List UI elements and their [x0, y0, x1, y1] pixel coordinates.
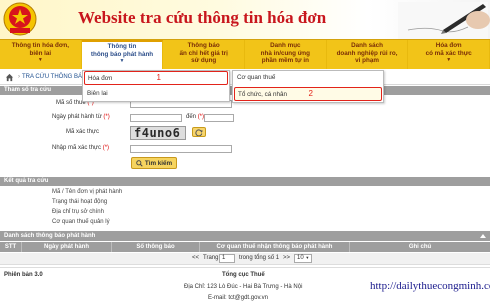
nav-label: vi phạm [355, 57, 379, 65]
nav-label: Thông tin [107, 43, 137, 51]
option-receipt[interactable]: Biên lai [84, 87, 228, 101]
document-type-dropdown: Hóa đơn 1 Biên lai [82, 70, 230, 102]
nav-label: Thông tin hóa đơn, [11, 42, 69, 50]
nav-label: có mã xác thực [425, 49, 472, 57]
nav-label: Thông báo [187, 42, 220, 50]
results-header: Kết quả tra cứu [0, 177, 490, 186]
chevron-down-icon: ▼ [37, 57, 43, 64]
nav-label: Danh mục [270, 42, 301, 50]
column-header: Ghi chú [408, 244, 432, 250]
required-mark: (*) [103, 114, 110, 120]
captcha-input[interactable] [130, 145, 232, 153]
page-number-input[interactable]: 1 [219, 254, 235, 263]
option-label: Hóa đơn [88, 75, 113, 82]
refresh-captcha-button[interactable] [192, 127, 206, 137]
required-mark: (*) [102, 145, 110, 151]
column-header: STT [0, 242, 22, 252]
nav-label: doanh nghiệp rủi ro, [336, 49, 398, 57]
site-title: Website tra cứu thông tin hóa đơn [78, 8, 327, 27]
nav-authenticated-invoice[interactable]: Hóa đơn có mã xác thực ▼ [408, 40, 490, 69]
nav-label: sử dụng [191, 57, 217, 65]
notice-list-title: Danh sách thông báo phát hành [4, 233, 96, 239]
table-header: STT Ngày phát hành Số thông báo Cơ quan … [0, 242, 490, 252]
nav-expired-notice[interactable]: Thông báo ấn chỉ hết giá trị sử dụng [163, 40, 246, 69]
option-label: Tổ chức, cá nhân [238, 91, 288, 98]
nav-label: Hóa đơn [435, 42, 462, 50]
nav-label: thông báo phát hành [90, 50, 154, 58]
nav-label: biên lai [29, 49, 52, 57]
search-icon [136, 159, 143, 167]
footer-divider [0, 267, 490, 268]
breadcrumb-current[interactable]: TRA CỨU THÔNG BÁO [22, 74, 87, 80]
option-invoice[interactable]: Hóa đơn 1 [84, 71, 228, 85]
step-marker: 2 [308, 89, 313, 98]
option-tax-authority[interactable]: Cơ quan thuế [234, 71, 382, 85]
pen-illustration-icon [398, 2, 490, 39]
search-button-label: Tìm kiếm [144, 159, 173, 167]
issuer-type-dropdown: Cơ quan thuế Tổ chức, cá nhân 2 [232, 70, 384, 103]
page-size-value: 10 [297, 255, 304, 261]
footer-org: Tổng cục Thuế [222, 272, 265, 278]
nav-label: phần mềm tự in [261, 57, 309, 65]
page-size-select[interactable]: 10 ▼ [294, 254, 312, 263]
breadcrumb-separator: › [18, 74, 20, 80]
nav-printers-list[interactable]: Danh mục nhà in/cung ứng phần mềm tự in [245, 40, 327, 69]
watermark-url: http://dailythuecongminh.com [370, 280, 490, 292]
result-field-label: Địa chỉ trụ sở chính [52, 209, 104, 215]
date-to-label: đến (*) [186, 114, 204, 120]
column-header: Ngày phát hành [22, 242, 112, 252]
result-field-label: Mã / Tên đơn vị phát hành [52, 189, 123, 195]
chevron-down-icon: ▼ [119, 58, 125, 65]
captcha-input-label: Nhập mã xác thực (*) [52, 145, 109, 151]
prev-page-button[interactable]: << [192, 255, 199, 261]
nav-invoice-info[interactable]: Thông tin hóa đơn, biên lai ▼ [0, 40, 82, 69]
chevron-down-icon: ▼ [305, 255, 310, 260]
result-field-label: Trạng thái hoạt động [52, 199, 108, 205]
search-button[interactable]: Tìm kiếm [131, 157, 177, 169]
date-to-input[interactable] [204, 114, 234, 122]
issue-date-label-text: Ngày phát hành từ [52, 114, 102, 120]
version-label: Phiên bản 3.0 [4, 272, 43, 278]
date-from-input[interactable] [130, 114, 182, 122]
step-marker: 1 [156, 73, 161, 82]
captcha-image: f4uno6 [130, 126, 186, 140]
nav-risky-companies[interactable]: Danh sách doanh nghiệp rủi ro, vi phạm [327, 40, 409, 69]
site-banner: Website tra cứu thông tin hóa đơn [0, 0, 490, 39]
result-field-label: Cơ quan thuế quản lý [52, 219, 110, 225]
collapse-icon[interactable] [480, 233, 486, 239]
column-header: Số thông báo [112, 242, 200, 252]
pagination: << Trang 1 trong tổng số 1 >> 10 ▼ [0, 253, 490, 265]
to-label-text: đến [186, 114, 197, 120]
notice-list-header: Danh sách thông báo phát hành [0, 231, 490, 241]
nav-label: Danh sách [351, 42, 383, 50]
main-nav: Thông tin hóa đơn, biên lai ▼ Thông tin … [0, 39, 490, 69]
footer-address: Địa Chỉ: 123 Lò Đúc - Hai Bà Trưng - Hà … [184, 284, 303, 290]
home-icon[interactable] [5, 73, 14, 82]
nav-issuance-notice[interactable]: Thông tin thông báo phát hành ▼ [81, 40, 164, 69]
footer-email[interactable]: E-mail: tct@gdt.gov.vn [208, 295, 268, 301]
nav-label: ấn chỉ hết giá trị [179, 49, 228, 57]
refresh-icon [195, 128, 203, 136]
issue-date-label: Ngày phát hành từ (*) [52, 114, 110, 120]
total-pages-label: trong tổng số 1 [239, 255, 280, 261]
national-emblem-icon [3, 2, 37, 36]
page-label: Trang [203, 255, 219, 261]
option-organization-individual[interactable]: Tổ chức, cá nhân 2 [234, 87, 382, 101]
column-header: Cơ quan thuế nhận thông báo phát hành [200, 242, 350, 252]
chevron-down-icon: ▼ [446, 57, 452, 64]
next-page-button[interactable]: >> [283, 255, 290, 261]
captcha-input-label-text: Nhập mã xác thực [52, 145, 102, 151]
captcha-label: Mã xác thực [66, 129, 100, 135]
